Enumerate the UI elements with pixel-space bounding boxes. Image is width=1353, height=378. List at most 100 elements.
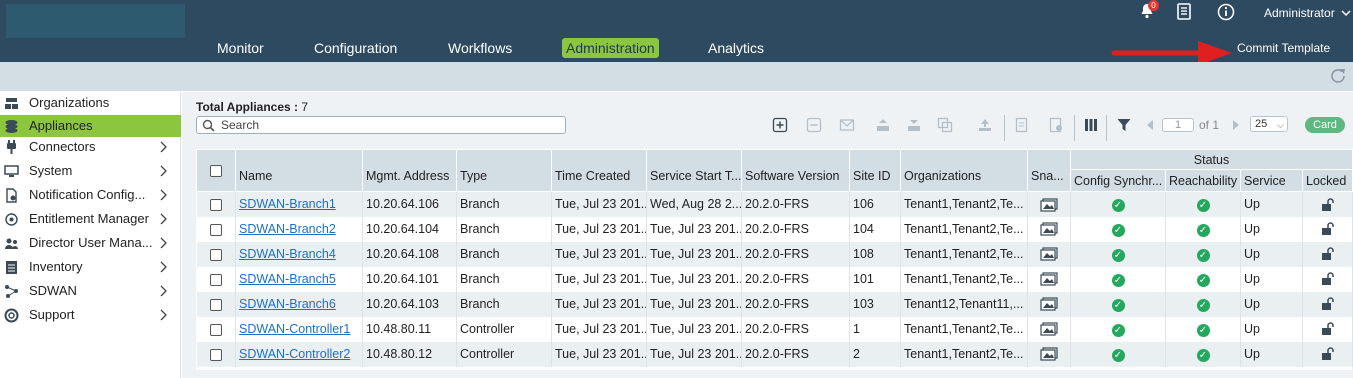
cell-type: Branch [456, 216, 552, 242]
row-checkbox[interactable] [209, 273, 222, 286]
sidebar-item-connectors[interactable]: Connectors [0, 136, 181, 158]
info-icon[interactable] [1217, 3, 1237, 23]
row-checkbox[interactable] [209, 298, 222, 311]
sidebar-item-appliances[interactable]: Appliances [0, 115, 181, 137]
cell-time-created: Tue, Jul 23 201... [551, 291, 647, 317]
filter-icon[interactable] [1116, 117, 1132, 133]
chevron-right-icon [160, 309, 167, 321]
snapshot-icon[interactable] [1040, 247, 1058, 261]
nav-configuration[interactable]: Configuration [310, 38, 401, 58]
search-box[interactable] [196, 116, 566, 134]
bell-icon[interactable]: 0 [1139, 0, 1159, 23]
appliance-link[interactable]: SDWAN-Branch1 [239, 197, 336, 211]
appliance-link[interactable]: SDWAN-Branch6 [239, 297, 336, 311]
column-header-mgmt-address[interactable]: Mgmt. Address [362, 149, 457, 192]
snapshot-icon[interactable] [1040, 322, 1058, 336]
sidebar-item-sdwan[interactable]: SDWAN [0, 280, 181, 302]
row-checkbox[interactable] [209, 223, 222, 236]
snapshot-icon[interactable] [1040, 222, 1058, 236]
row-select-cell [196, 341, 236, 367]
chevron-down-icon: ⌵ [1277, 120, 1284, 130]
column-header-software-version[interactable]: Software Version [741, 149, 850, 192]
users-icon [5, 238, 18, 249]
column-header-service-start[interactable]: Service Start T... [646, 149, 742, 192]
sidebar-item-support[interactable]: Support [0, 304, 181, 326]
column-header-snapshot[interactable]: Sna... [1027, 149, 1071, 192]
refresh-icon[interactable] [1329, 67, 1347, 85]
appliance-link[interactable]: SDWAN-Branch5 [239, 272, 336, 286]
column-header-type[interactable]: Type [456, 149, 552, 192]
appliance-link[interactable]: SDWAN-Branch2 [239, 222, 336, 236]
export-icon[interactable] [977, 117, 993, 133]
unlock-icon[interactable] [1321, 272, 1335, 286]
row-select-cell [196, 191, 236, 217]
nav-monitor[interactable]: Monitor [213, 38, 268, 58]
table-row[interactable]: SDWAN-Controller2 10.48.80.12 Controller Tu… [196, 341, 1353, 367]
unlock-icon[interactable] [1321, 347, 1335, 361]
email-icon[interactable] [839, 117, 855, 133]
commit-template-button[interactable]: Commit Template [1237, 41, 1330, 55]
nav-workflows[interactable]: Workflows [444, 38, 516, 58]
table-row[interactable]: SDWAN-Branch2 10.20.64.104 Branch Tue, Jul … [196, 216, 1353, 242]
page-number-input[interactable]: 1 [1162, 118, 1194, 132]
remove-icon[interactable] [806, 117, 822, 133]
row-checkbox[interactable] [209, 323, 222, 336]
column-header-config-sync[interactable]: Config Synchr... [1070, 169, 1166, 192]
unlock-icon[interactable] [1321, 247, 1335, 261]
page-size-select[interactable]: 25 ⌵ [1250, 116, 1288, 132]
download-appliance-icon[interactable] [906, 117, 922, 133]
appliance-link[interactable]: SDWAN-Branch4 [239, 247, 336, 261]
column-header-organizations[interactable]: Organizations [900, 149, 1028, 192]
report-icon[interactable] [1014, 117, 1030, 133]
sidebar-item-system[interactable]: System [0, 160, 181, 182]
unlock-icon[interactable] [1321, 297, 1335, 311]
snapshot-icon[interactable] [1040, 272, 1058, 286]
unlock-icon[interactable] [1321, 322, 1335, 336]
snapshot-icon[interactable] [1040, 347, 1058, 361]
sidebar-item-notification-config[interactable]: Notification Config... [0, 184, 181, 206]
copy-icon[interactable] [937, 117, 953, 133]
add-icon[interactable] [772, 117, 788, 133]
prev-page-icon[interactable] [1144, 117, 1156, 133]
check-circle-icon: ✓ [1111, 323, 1125, 337]
chevron-right-icon [160, 141, 167, 153]
nav-administration[interactable]: Administration [562, 38, 659, 58]
sidebar-item-organizations[interactable]: Organizations [0, 92, 181, 114]
row-checkbox[interactable] [209, 248, 222, 261]
sidebar-item-director-user-management[interactable]: Director User Mana... [0, 232, 181, 254]
cell-time-created: Tue, Jul 23 201... [551, 316, 647, 342]
table-row[interactable]: SDWAN-Branch4 10.20.64.108 Branch Tue, Jul … [196, 241, 1353, 267]
upload-appliance-icon[interactable] [875, 117, 891, 133]
logo[interactable] [6, 4, 185, 38]
unlock-icon[interactable] [1321, 222, 1335, 236]
nav-analytics[interactable]: Analytics [704, 38, 768, 58]
row-checkbox[interactable] [209, 198, 222, 211]
search-input[interactable] [221, 118, 561, 132]
column-header-site-id[interactable]: Site ID [849, 149, 901, 192]
table-row[interactable]: SDWAN-Branch1 10.20.64.106 Branch Tue, Jul … [196, 191, 1353, 217]
table-row[interactable]: SDWAN-Controller1 10.48.80.11 Controller Tu… [196, 316, 1353, 342]
table-row[interactable]: SDWAN-Branch6 10.20.64.103 Branch Tue, Jul … [196, 291, 1353, 317]
cell-mgmt-address: 10.20.64.101 [362, 266, 457, 292]
sidebar-item-entitlement-manager[interactable]: Entitlement Manager [0, 208, 181, 230]
select-all-checkbox[interactable] [210, 165, 222, 178]
snapshot-icon[interactable] [1040, 297, 1058, 311]
report-settings-icon[interactable] [1048, 117, 1064, 133]
card-view-button[interactable]: Card [1305, 117, 1345, 133]
appliance-link[interactable]: SDWAN-Controller1 [239, 322, 350, 336]
column-header-reachability[interactable]: Reachability [1165, 169, 1241, 192]
document-icon[interactable] [1176, 3, 1196, 23]
column-header-service[interactable]: Service [1240, 169, 1303, 192]
snapshot-icon[interactable] [1040, 197, 1058, 212]
columns-icon[interactable] [1083, 117, 1099, 133]
column-header-locked[interactable]: Locked [1302, 169, 1353, 192]
sidebar-item-inventory[interactable]: Inventory [0, 256, 181, 278]
next-page-icon[interactable] [1230, 117, 1242, 133]
user-menu[interactable]: Administrator [1264, 6, 1351, 20]
appliance-link[interactable]: SDWAN-Controller2 [239, 347, 350, 361]
row-checkbox[interactable] [209, 348, 222, 361]
table-row[interactable]: SDWAN-Branch5 10.20.64.101 Branch Tue, Jul … [196, 266, 1353, 292]
column-header-time-created[interactable]: Time Created [551, 149, 647, 192]
column-header-name[interactable]: Name [235, 149, 363, 192]
unlock-icon[interactable] [1321, 197, 1335, 212]
